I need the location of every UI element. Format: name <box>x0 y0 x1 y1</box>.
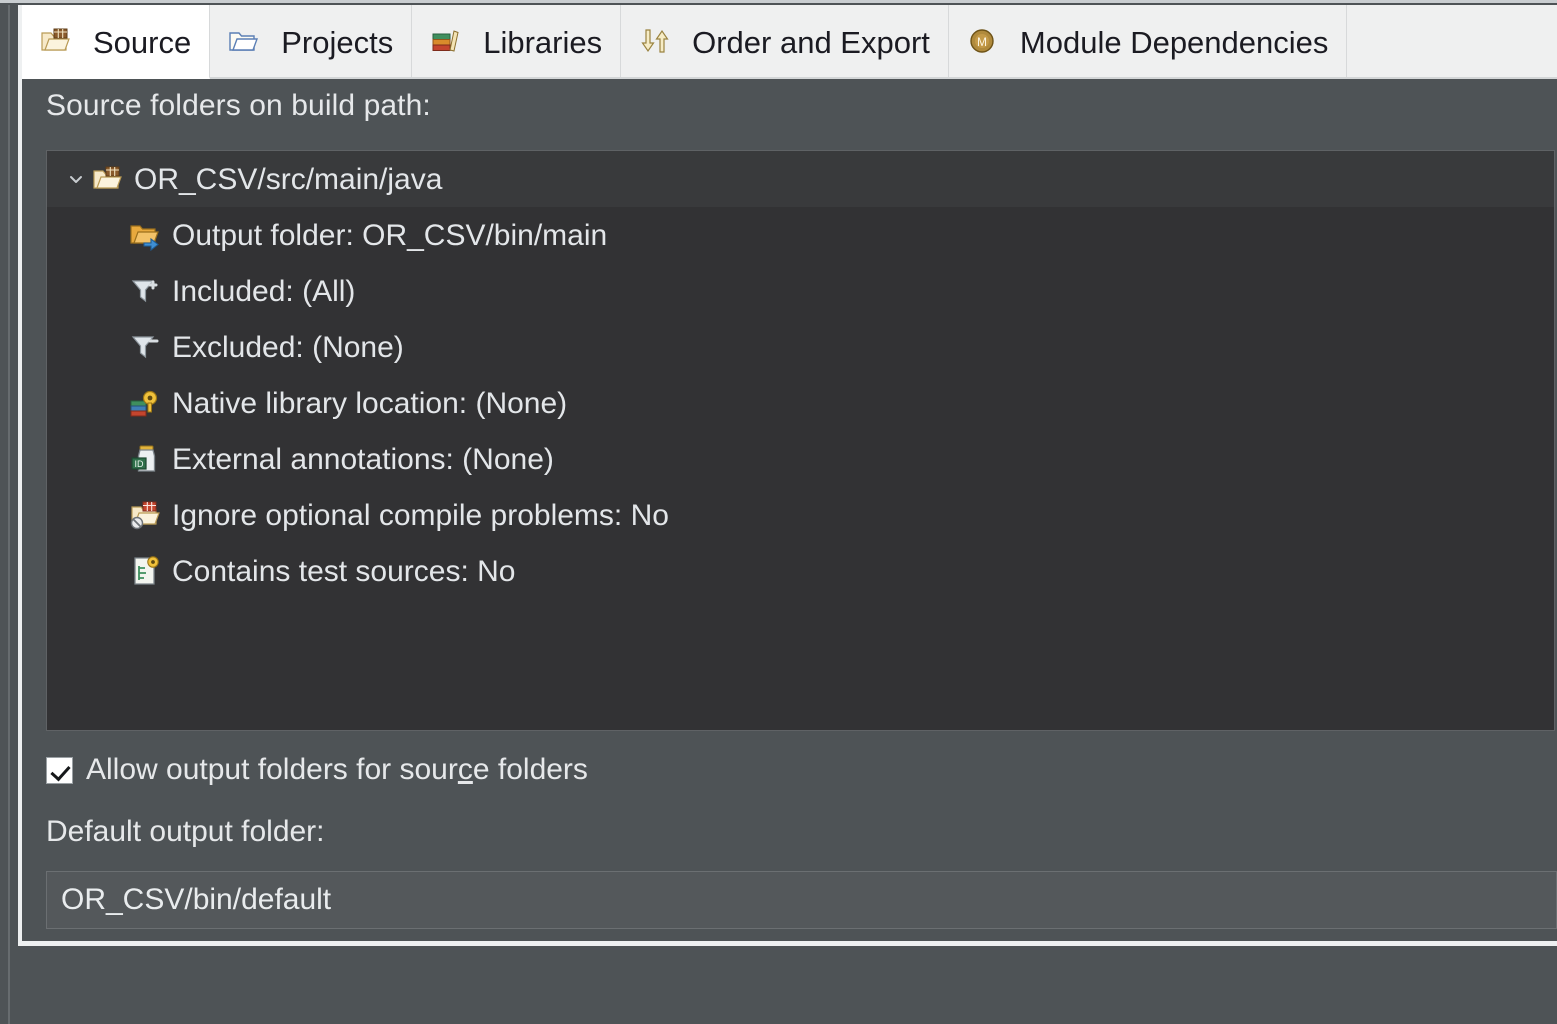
filter-include-icon <box>129 275 161 307</box>
module-badge-icon: M <box>966 25 998 57</box>
build-path-dialog: Source Projects Libraries Order and Expo… <box>0 0 1557 1024</box>
allow-output-folders-label: Allow output folders for source folders <box>86 753 588 787</box>
build-path-panel: Source Projects Libraries Order and Expo… <box>18 5 1557 946</box>
source-folder-icon <box>91 163 123 195</box>
ignore-problems-icon <box>129 499 161 531</box>
source-folder-icon <box>39 25 71 57</box>
tab-module-dependencies-label: Module Dependencies <box>1019 24 1329 60</box>
allow-output-folders-label-after: e folders <box>472 753 588 786</box>
tree-row-output-folder[interactable]: Output folder: OR_CSV/bin/main <box>47 207 1554 263</box>
up-down-arrows-icon <box>638 25 670 57</box>
svg-text:M: M <box>977 35 987 49</box>
open-folder-icon <box>227 25 259 57</box>
tree-row-external-annotations-label: External annotations: (None) <box>172 443 554 476</box>
tree-row-root-label: OR_CSV/src/main/java <box>134 163 443 196</box>
output-folder-icon <box>129 219 161 252</box>
test-sources-icon <box>129 555 161 587</box>
tree-row-native-library-label: Native library location: (None) <box>172 387 568 420</box>
native-library-icon <box>129 387 161 419</box>
tab-strip-filler <box>1347 5 1557 77</box>
tab-source[interactable]: Source <box>22 5 211 79</box>
default-output-folder-input[interactable]: OR_CSV/bin/default <box>46 871 1557 929</box>
tab-source-label: Source <box>93 24 192 60</box>
tab-projects-label: Projects <box>281 24 394 60</box>
filter-exclude-icon <box>129 331 161 363</box>
default-output-folder-label: Default output folder: <box>46 815 325 848</box>
tree-row-excluded[interactable]: Excluded: (None) <box>47 319 1554 375</box>
tree-row-test-sources[interactable]: Contains test sources: No <box>47 543 1554 599</box>
allow-output-folders-row[interactable]: Allow output folders for source folders <box>46 753 588 787</box>
tree-row-root[interactable]: OR_CSV/src/main/java <box>47 151 1554 207</box>
source-folders-tree[interactable]: OR_CSV/src/main/java Output folder: OR_C… <box>46 150 1555 731</box>
tab-order-and-export-label: Order and Export <box>692 24 930 60</box>
window-left-border <box>8 5 10 1024</box>
tab-module-dependencies[interactable]: M Module Dependencies <box>948 5 1348 77</box>
tree-row-excluded-label: Excluded: (None) <box>172 331 404 364</box>
allow-output-folders-checkbox[interactable] <box>46 756 73 784</box>
books-icon <box>429 25 461 57</box>
tab-projects[interactable]: Projects <box>210 5 413 77</box>
allow-output-folders-label-before: Allow output folders for sour <box>86 753 458 786</box>
tree-row-ignore-problems-label: Ignore optional compile problems: No <box>172 499 669 532</box>
allow-output-folders-label-mnemonic: c <box>457 753 473 786</box>
tree-row-test-sources-label: Contains test sources: No <box>172 555 516 588</box>
tree-row-ignore-problems[interactable]: Ignore optional compile problems: No <box>47 487 1554 543</box>
tab-strip: Source Projects Libraries Order and Expo… <box>22 5 1557 79</box>
tab-libraries[interactable]: Libraries <box>412 5 622 77</box>
tab-order-and-export[interactable]: Order and Export <box>621 5 949 77</box>
tree-row-included-label: Included: (All) <box>172 275 356 308</box>
tree-row-external-annotations[interactable]: ID External annotations: (None) <box>47 431 1554 487</box>
chevron-down-icon[interactable] <box>61 151 91 207</box>
tree-row-native-library[interactable]: Native library location: (None) <box>47 375 1554 431</box>
tree-row-included[interactable]: Included: (All) <box>47 263 1554 319</box>
svg-text:ID: ID <box>135 459 145 469</box>
external-annotations-icon: ID <box>129 443 161 475</box>
tree-row-output-folder-label: Output folder: OR_CSV/bin/main <box>172 219 608 252</box>
tab-libraries-label: Libraries <box>483 24 603 60</box>
source-folders-label: Source folders on build path: <box>46 89 431 122</box>
